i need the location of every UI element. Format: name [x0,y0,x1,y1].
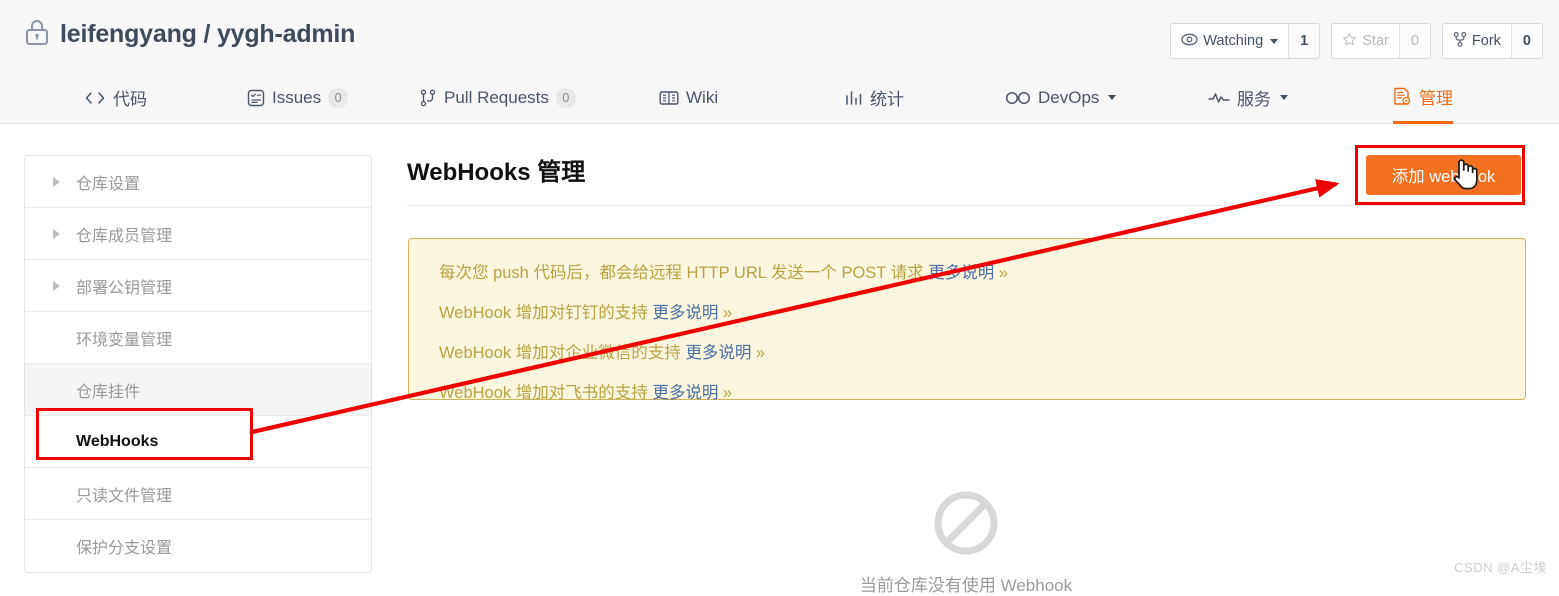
watermark: CSDN @A尘埃 [1454,560,1547,575]
chevron-right-icon [53,280,60,291]
sidebar-item-protected-branches[interactable]: 保护分支设置 [25,520,371,572]
repo-title-group: leifengyang / yygh-admin [24,18,355,51]
wiki-icon [659,90,679,106]
watch-button[interactable]: Watching [1171,24,1289,58]
notice-text: 每次您 push 代码后，都会给远程 HTTP URL 发送一个 POST 请求 [439,264,929,282]
notice-line: WebHook 增加对企业微信的支持 更多说明 » [439,339,1525,363]
star-button[interactable]: Star [1332,24,1399,58]
chevron-right-icon [53,228,60,239]
empty-state-text: 当前仓库没有使用 Webhook [859,576,1073,595]
pull-request-icon [419,89,437,107]
sidebar-item-label: 仓库设置 [76,175,141,193]
sidebar-item-label: 保护分支设置 [76,540,173,557]
tab-devops-label: DevOps [1038,87,1100,107]
notice-link[interactable]: 更多说明 [685,344,751,362]
notice-chevron: » [755,344,766,362]
sidebar-item-readonly-files[interactable]: 只读文件管理 [25,468,371,520]
tab-statistics-label: 统计 [870,90,904,109]
sidebar-item-label: WebHooks [76,432,159,450]
fork-label: Fork [1471,33,1501,49]
tab-issues[interactable]: Issues 0 [247,72,349,123]
sidebar-item-repo-members[interactable]: 仓库成员管理 [25,208,371,260]
issues-icon [247,89,265,107]
page-title: WebHooks 管理 [407,159,586,186]
notice-line: 每次您 push 代码后，都会给远程 HTTP URL 发送一个 POST 请求… [439,259,1525,283]
repo-nav-tabs: 代码 Issues 0 Pull Requests 0 Wiki 统计 DevO… [0,72,1559,124]
sidebar-item-deploy-keys[interactable]: 部署公钥管理 [25,260,371,312]
watch-count[interactable]: 1 [1288,24,1320,58]
sidebar-item-label: 部署公钥管理 [76,279,173,297]
tab-pull-requests-badge: 0 [555,87,576,108]
sidebar-item-env-variables[interactable]: 环境变量管理 [25,312,371,364]
notice-line: WebHook 增加对钉钉的支持 更多说明 » [439,299,1525,323]
notice-chevron: » [998,264,1009,282]
star-icon [1342,32,1357,51]
notice-text: WebHook 增加对企业微信的支持 [439,344,686,362]
sidebar-item-repo-settings[interactable]: 仓库设置 [25,156,371,208]
notice-text: WebHook 增加对飞书的支持 [439,384,653,402]
sidebar-item-label: 仓库挂件 [76,383,141,401]
star-label: Star [1362,33,1389,49]
sidebar-item-webhooks[interactable]: WebHooks [25,416,371,468]
code-icon [84,90,106,106]
sidebar-item-label: 环境变量管理 [76,331,173,349]
settings-sidebar: 仓库设置 仓库成员管理 部署公钥管理 环境变量管理 仓库挂件 WebHooks … [24,155,372,573]
chevron-down-icon [1280,95,1288,100]
tab-code-label: 代码 [113,90,147,109]
tab-statistics[interactable]: 统计 [845,72,904,123]
tab-wiki[interactable]: Wiki [659,72,718,123]
repo-header: leifengyang / yygh-admin Watching 1 Star… [0,0,1559,72]
eye-icon [1181,33,1199,50]
star-count[interactable]: 0 [1398,24,1430,58]
chevron-right-icon [53,176,60,187]
tab-code[interactable]: 代码 [84,72,147,123]
sidebar-item-repo-widgets[interactable]: 仓库挂件 [25,364,371,416]
tab-pull-requests[interactable]: Pull Requests 0 [419,72,576,123]
devops-icon [1005,91,1031,105]
pulse-icon [1208,91,1230,105]
chevron-down-icon [1108,95,1117,100]
notice-link[interactable]: 更多说明 [652,384,718,402]
webhook-notice-box: 每次您 push 代码后，都会给远程 HTTP URL 发送一个 POST 请求… [408,238,1526,403]
chart-icon [845,90,863,106]
notice-chevron: » [722,384,733,402]
notice-link[interactable]: 更多说明 [652,304,718,322]
tab-wiki-label: Wiki [686,87,719,107]
sidebar-item-label: 仓库成员管理 [76,227,173,245]
watch-button-group[interactable]: Watching 1 [1170,23,1321,59]
add-webhook-button[interactable]: 添加 webhook [1366,155,1521,195]
star-button-group[interactable]: Star 0 [1331,23,1431,59]
fork-count[interactable]: 0 [1510,24,1542,58]
add-webhook-button-wrap: 添加 webhook [1366,155,1521,195]
header-actions: Watching 1 Star 0 Fork 0 [1170,23,1543,59]
tab-issues-label: Issues [272,87,322,107]
title-divider [407,205,1525,206]
sidebar-item-label: 只读文件管理 [76,487,173,505]
tab-services-label: 服务 [1237,90,1271,109]
no-entry-icon [407,490,1525,561]
tab-manage[interactable]: 管理 [1393,72,1453,124]
repo-path-title: leifengyang / yygh-admin [60,20,356,48]
lock-icon [24,18,50,51]
notice-chevron: » [722,304,733,322]
empty-state: 当前仓库没有使用 Webhook [407,490,1525,596]
tab-services[interactable]: 服务 [1208,72,1288,123]
fork-icon [1453,31,1467,51]
main-content: WebHooks 管理 每次您 push 代码后，都会给远程 HTTP URL … [407,152,1532,402]
chevron-down-icon [1270,38,1279,44]
notice-line: WebHook 增加对飞书的支持 更多说明 » [439,379,1525,403]
fork-button-group[interactable]: Fork 0 [1441,23,1543,59]
fork-button[interactable]: Fork [1442,24,1511,58]
tab-pull-requests-label: Pull Requests [444,87,549,107]
tab-issues-badge: 0 [328,87,349,108]
tab-manage-label: 管理 [1419,89,1453,108]
watch-label: Watching [1203,33,1264,49]
manage-icon [1393,87,1412,106]
notice-text: WebHook 增加对钉钉的支持 [439,304,653,322]
tab-devops[interactable]: DevOps [1005,72,1117,123]
notice-link[interactable]: 更多说明 [928,264,994,282]
